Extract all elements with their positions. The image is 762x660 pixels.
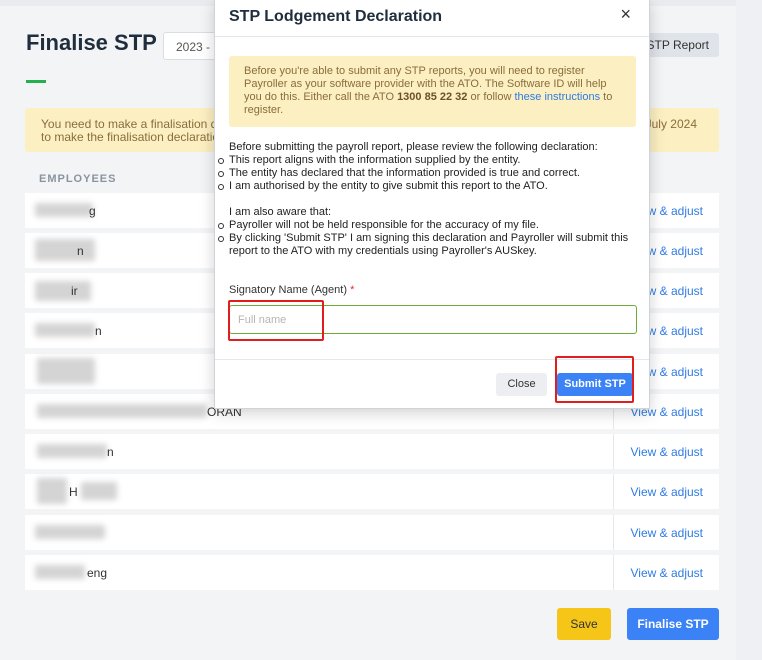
instructions-link[interactable]: these instructions <box>515 91 601 103</box>
declaration-text: Before submitting the payroll report, pl… <box>218 141 639 258</box>
declaration-item: I am authorised by the entity to give su… <box>218 180 639 193</box>
ato-registration-info: Before you're able to submit any STP rep… <box>229 56 636 127</box>
aware-item: By clicking 'Submit STP' I am signing th… <box>218 232 639 258</box>
aware-item: Payroller will not be held responsible f… <box>218 219 639 232</box>
info-text: or follow <box>467 91 515 103</box>
declaration-item: The entity has declared that the informa… <box>218 167 639 180</box>
aware-list: Payroller will not be held responsible f… <box>218 219 639 258</box>
required-mark: * <box>350 284 355 296</box>
declaration-intro: Before submitting the payroll report, pl… <box>229 141 598 153</box>
modal-title: STP Lodgement Declaration <box>229 8 443 25</box>
signatory-label-text: Signatory Name (Agent) <box>229 284 347 296</box>
close-icon[interactable]: × <box>620 4 631 25</box>
aware-intro: I am also aware that: <box>229 206 332 218</box>
input-highlight-box <box>228 300 324 341</box>
declaration-item: This report aligns with the information … <box>218 154 639 167</box>
ato-phone-number: 1300 85 22 32 <box>397 91 468 103</box>
close-button[interactable]: Close <box>496 373 547 396</box>
modal-header-divider <box>215 36 649 37</box>
signatory-label: Signatory Name (Agent) * <box>229 284 354 296</box>
submit-highlight-box <box>555 356 634 403</box>
declaration-list: This report aligns with the information … <box>218 154 639 193</box>
stp-lodgement-declaration-modal: STP Lodgement Declaration × Before you'r… <box>214 0 650 409</box>
